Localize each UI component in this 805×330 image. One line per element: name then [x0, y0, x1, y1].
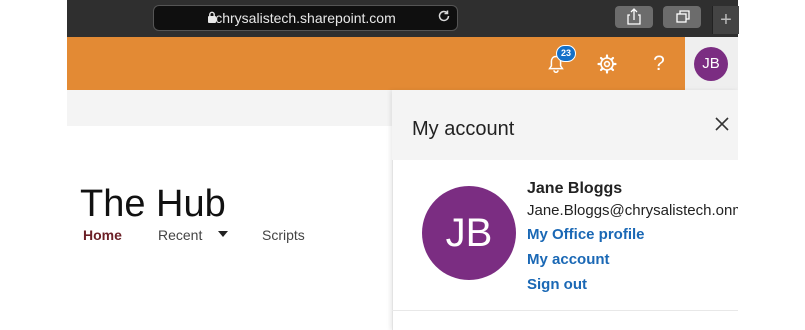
panel-divider: [392, 310, 738, 311]
notification-badge: 23: [556, 45, 576, 62]
office-profile-link[interactable]: My Office profile: [527, 225, 645, 245]
my-account-link[interactable]: My account: [527, 250, 610, 270]
sign-out-link[interactable]: Sign out: [527, 275, 587, 295]
address-url: chrysalistech.sharepoint.com: [215, 10, 396, 26]
close-icon[interactable]: [714, 116, 730, 132]
page-header-band: [67, 90, 392, 126]
panel-title: My account: [412, 118, 515, 140]
browser-edge: [738, 0, 805, 37]
nav-scripts[interactable]: Scripts: [262, 226, 305, 244]
account-avatar: JB: [422, 186, 516, 280]
reload-icon[interactable]: [437, 9, 451, 23]
site-title: The Hub: [80, 183, 226, 225]
avatar[interactable]: JB: [694, 47, 728, 81]
account-email: Jane.Bloggs@chrysalistech.onm: [527, 202, 738, 219]
share-icon: [627, 8, 641, 25]
address-bar[interactable]: chrysalistech.sharepoint.com: [153, 5, 458, 31]
tabs-overview-button[interactable]: [663, 6, 701, 28]
help-button[interactable]: ?: [650, 52, 668, 76]
new-tab-button[interactable]: +: [712, 6, 739, 34]
share-button[interactable]: [615, 6, 653, 28]
page-margin: [738, 37, 805, 330]
suite-bar: [67, 37, 738, 90]
tabs-icon: [676, 10, 690, 23]
chevron-down-icon[interactable]: [218, 231, 228, 237]
gear-icon[interactable]: [597, 54, 617, 74]
nav-recent[interactable]: Recent: [158, 226, 202, 244]
account-name: Jane Bloggs: [527, 180, 623, 197]
lock-icon: [208, 11, 216, 23]
nav-home[interactable]: Home: [83, 226, 122, 244]
